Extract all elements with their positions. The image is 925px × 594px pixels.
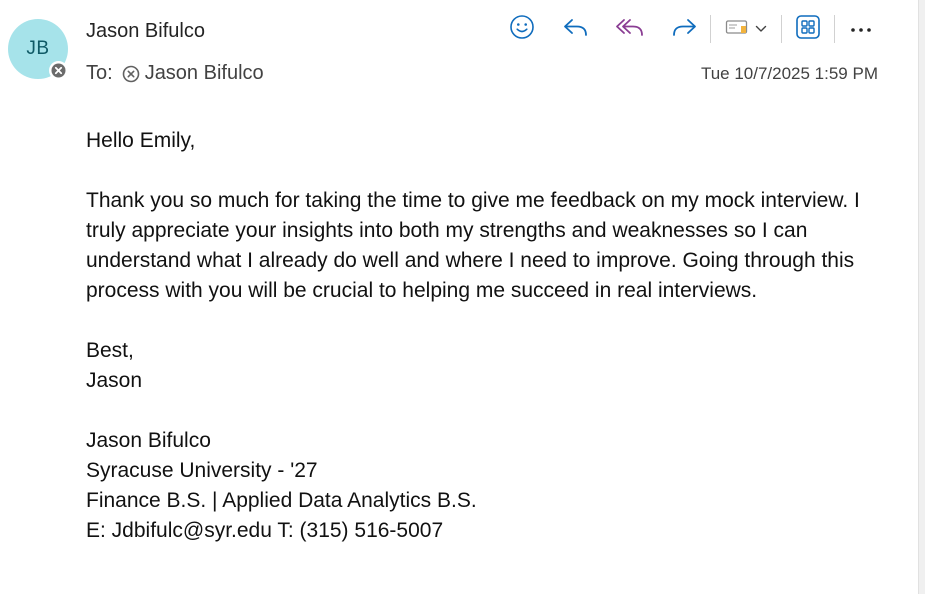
signature-school: Syracuse University - '27 bbox=[86, 459, 318, 482]
message-body: Hello Emily, Thank you so much for takin… bbox=[86, 126, 886, 546]
emoji-react-button[interactable] bbox=[500, 12, 544, 46]
recipient-status-icon bbox=[122, 65, 140, 83]
sender-name[interactable]: Jason Bifulco bbox=[86, 20, 205, 43]
message-paragraph: Thank you so much for taking the time to… bbox=[86, 189, 860, 302]
signature-degrees: Finance B.S. | Applied Data Analytics B.… bbox=[86, 489, 477, 512]
scrollbar-track[interactable] bbox=[918, 0, 925, 594]
forward-button[interactable] bbox=[662, 12, 706, 46]
recipient-name[interactable]: Jason Bifulco bbox=[145, 62, 264, 85]
emoji-react-icon bbox=[509, 14, 535, 45]
more-actions-button[interactable] bbox=[839, 12, 883, 46]
apps-button[interactable] bbox=[786, 12, 830, 46]
toolbar-divider bbox=[781, 15, 782, 43]
toolbar-divider bbox=[834, 15, 835, 43]
more-icon bbox=[850, 20, 872, 38]
recipients-line: To: Jason Bifulco bbox=[86, 62, 264, 85]
greeting: Hello Emily, bbox=[86, 129, 196, 152]
tag-dropdown-button[interactable] bbox=[715, 12, 777, 46]
avatar-initials: JB bbox=[26, 38, 50, 59]
reply-all-icon bbox=[615, 16, 645, 43]
reply-button[interactable] bbox=[554, 12, 598, 46]
reply-all-button[interactable] bbox=[608, 12, 652, 46]
message-toolbar bbox=[500, 12, 883, 46]
tag-icon bbox=[725, 18, 749, 41]
toolbar-divider bbox=[710, 15, 711, 43]
reply-icon bbox=[562, 16, 590, 43]
closing: Best, bbox=[86, 339, 134, 362]
chevron-down-icon bbox=[755, 20, 767, 38]
signature-contact: E: Jdbifulc@syr.edu T: (315) 516-5007 bbox=[86, 519, 444, 542]
apps-icon bbox=[795, 14, 821, 45]
reading-pane: JB Jason Bifulco To: Jason Bifulco Tue 1… bbox=[0, 0, 918, 594]
signature-name: Jason Bifulco bbox=[86, 429, 211, 452]
closing-name: Jason bbox=[86, 369, 143, 392]
presence-offline-icon bbox=[49, 61, 68, 80]
message-date: Tue 10/7/2025 1:59 PM bbox=[700, 64, 878, 83]
to-label: To: bbox=[86, 62, 113, 84]
forward-icon bbox=[670, 16, 698, 43]
